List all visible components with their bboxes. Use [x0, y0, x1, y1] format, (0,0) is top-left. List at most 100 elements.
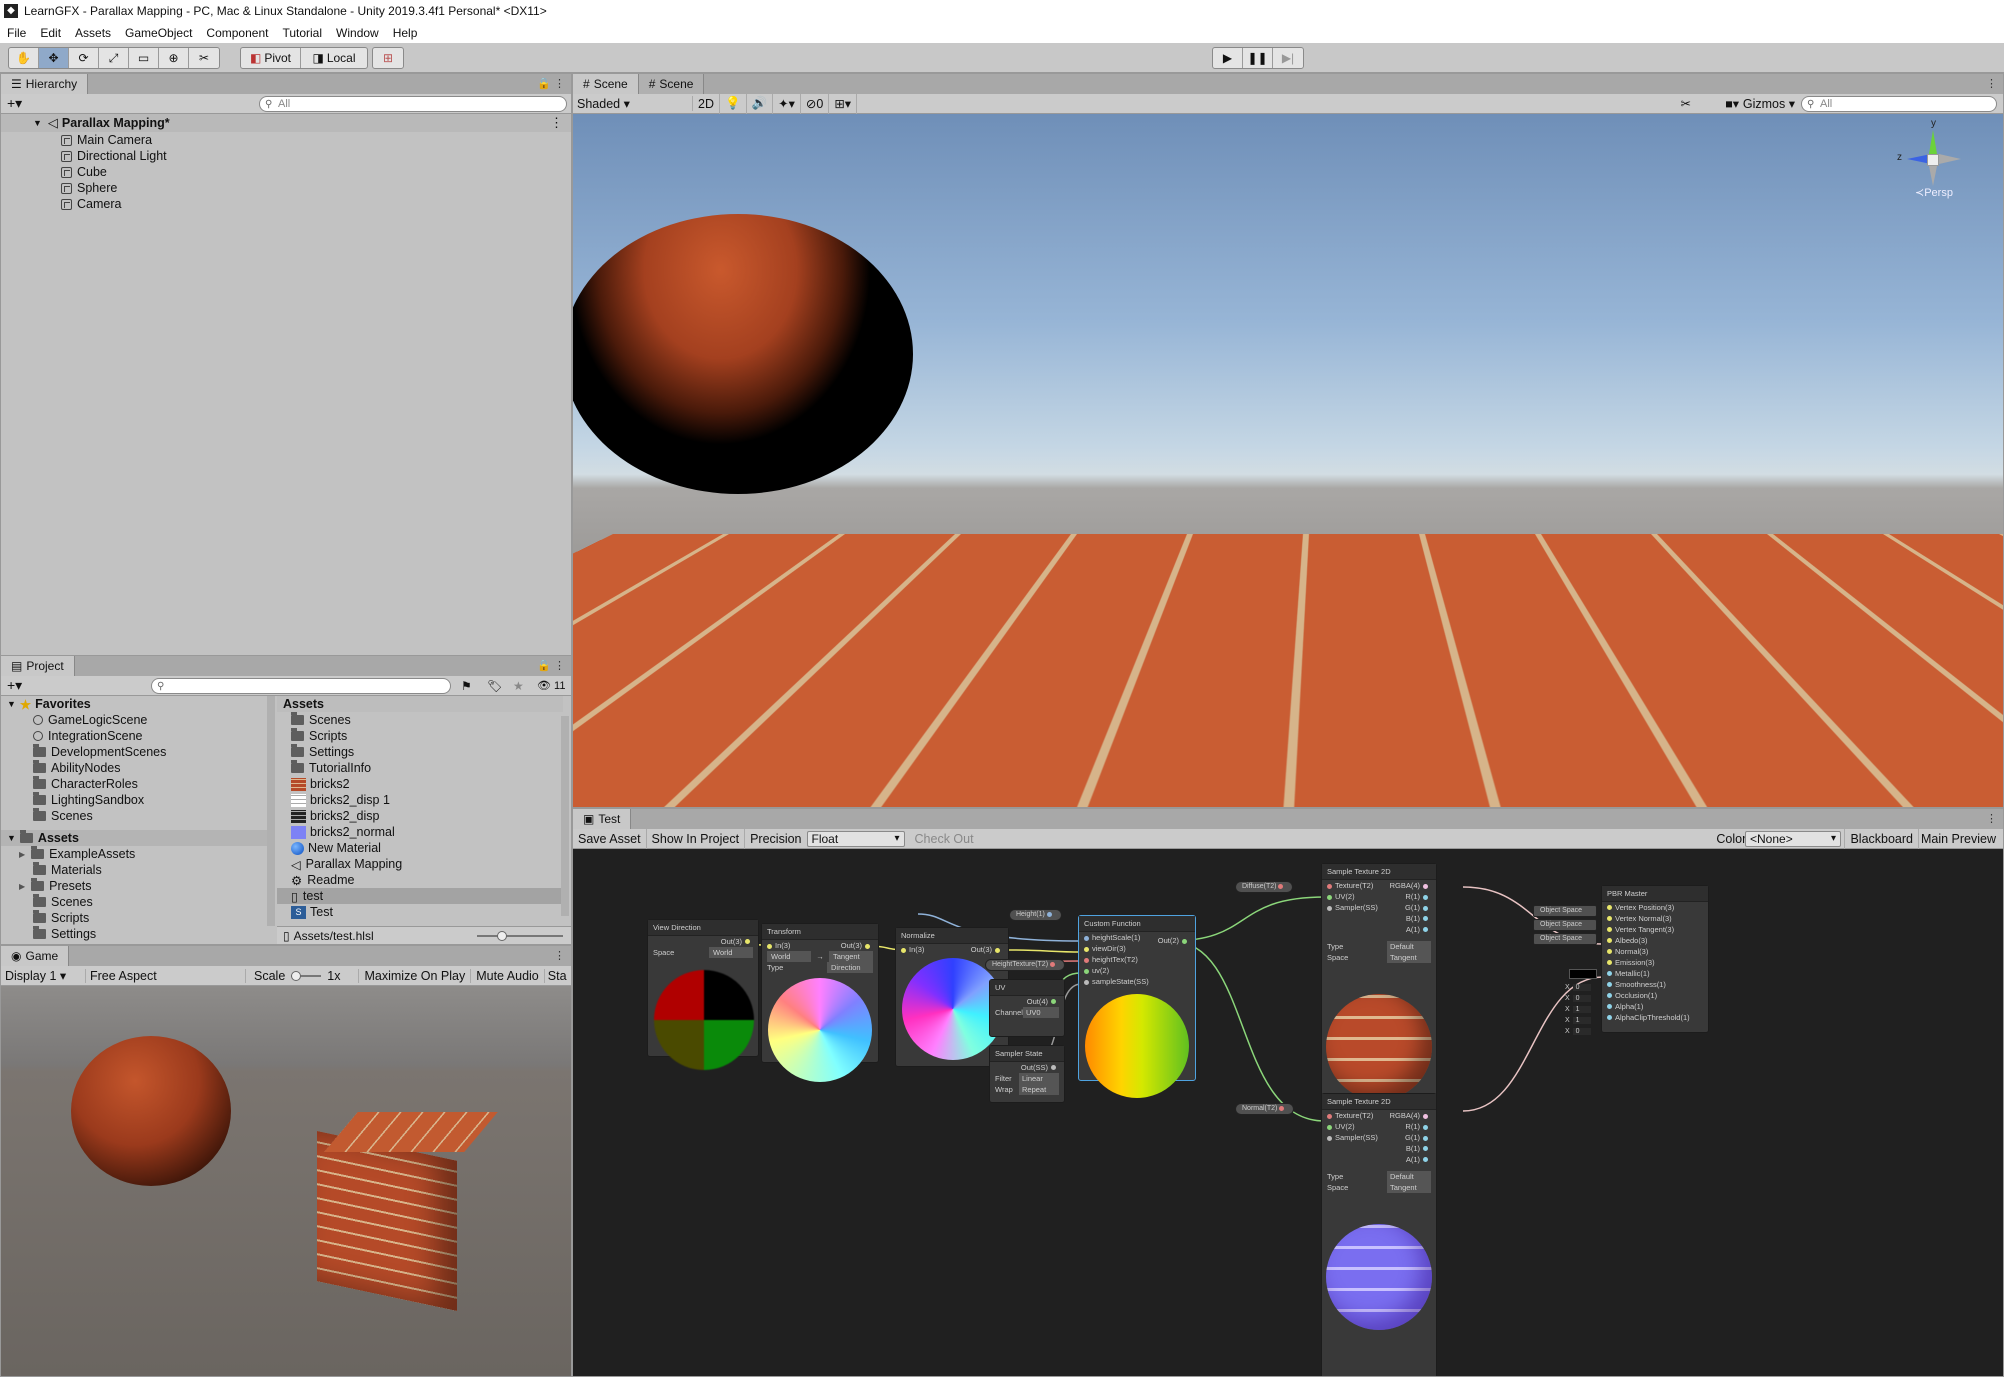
save-asset-button[interactable]: Save Asset: [573, 828, 647, 849]
input-port[interactable]: [1327, 1124, 1332, 1130]
output-port[interactable]: [1423, 1113, 1428, 1119]
grid-snap-icon[interactable]: ⊞: [373, 48, 403, 68]
favorite-item[interactable]: CharacterRoles: [1, 776, 269, 792]
node-pbr-master[interactable]: PBR Master Vertex Position(3) Vertex Norm…: [1601, 885, 1709, 1033]
wrap-dropdown[interactable]: Repeat: [1019, 1084, 1059, 1095]
space-dropdown[interactable]: Tangent: [1387, 952, 1431, 963]
vertex-position-default[interactable]: Object Space: [1533, 905, 1597, 917]
space-dropdown[interactable]: World: [709, 947, 753, 958]
panel-menu-icon[interactable]: ⋮: [554, 949, 565, 962]
pbr-input-row[interactable]: Vertex Position(3): [1602, 902, 1708, 913]
scene-search-input[interactable]: ⚲ All: [1801, 95, 1997, 112]
favorite-item[interactable]: IntegrationScene: [1, 728, 269, 744]
output-port[interactable]: [1423, 1157, 1428, 1162]
graph-canvas[interactable]: View Direction Out(3) Space World Transfo…: [573, 849, 2003, 1376]
asset-item[interactable]: Settings: [277, 744, 563, 760]
scene-viewport[interactable]: y z ≺Persp: [573, 114, 2003, 807]
input-port[interactable]: [1084, 968, 1089, 974]
output-port[interactable]: [745, 939, 750, 944]
output-port[interactable]: [1423, 916, 1428, 921]
tools-icon[interactable]: ✂: [1681, 96, 1691, 111]
input-port[interactable]: [1607, 927, 1612, 932]
input-port[interactable]: [1607, 905, 1612, 910]
node-uv[interactable]: UV Out(4) Channel UV0: [989, 979, 1065, 1037]
input-port[interactable]: [1607, 938, 1612, 943]
asset-item[interactable]: bricks2_normal: [277, 824, 563, 840]
assets-root[interactable]: ▼ Assets: [1, 830, 269, 846]
pbr-value-field[interactable]: X0: [1565, 1026, 1597, 1037]
gizmo-neg-y-axis[interactable]: [1929, 166, 1937, 186]
panel-menu-icon[interactable]: ⋮: [1986, 77, 1997, 90]
mute-audio-toggle[interactable]: Mute Audio: [470, 968, 544, 983]
value-input[interactable]: 0: [1572, 995, 1591, 1002]
value-input[interactable]: 1: [1572, 1017, 1591, 1024]
output-port[interactable]: [1051, 1065, 1056, 1070]
scale-slider[interactable]: [291, 970, 322, 981]
value-input[interactable]: 0: [1572, 1028, 1591, 1035]
output-port[interactable]: [1423, 883, 1428, 889]
custom-tool-icon[interactable]: ✂: [189, 48, 219, 68]
icon-size-slider-knob[interactable]: [497, 931, 507, 941]
hierarchy-item-main-camera[interactable]: Main Camera: [61, 132, 167, 148]
channel-dropdown[interactable]: UV0: [1022, 1007, 1059, 1018]
step-icon[interactable]: ▶|: [1273, 48, 1303, 68]
pbr-input-row[interactable]: Albedo(3): [1602, 935, 1708, 946]
tab-project[interactable]: ▤ Project: [1, 656, 75, 676]
node-custom-function[interactable]: Custom Function Out(2) heightScale(1) vi…: [1078, 915, 1196, 1098]
pbr-input-row[interactable]: Vertex Normal(3): [1602, 913, 1708, 924]
gizmo-x-axis[interactable]: [1939, 154, 1961, 164]
project-search-input[interactable]: ⚲: [151, 677, 451, 694]
input-port[interactable]: [1327, 883, 1332, 889]
input-port[interactable]: [901, 947, 906, 953]
asset-item[interactable]: ▯ test: [277, 888, 563, 904]
menu-assets[interactable]: Assets: [68, 26, 118, 40]
input-port[interactable]: [767, 943, 772, 949]
favorite-item[interactable]: Scenes: [1, 808, 269, 824]
node-view-direction[interactable]: View Direction Out(3) Space World: [647, 919, 759, 1070]
gizmo-center-cube[interactable]: [1927, 154, 1939, 166]
pause-icon[interactable]: ❚❚: [1243, 48, 1273, 68]
pbr-value-field[interactable]: X0: [1565, 982, 1597, 993]
asset-folder[interactable]: ▶ ExampleAssets: [1, 846, 269, 862]
gizmos-dropdown[interactable]: Gizmos ▾: [1743, 96, 1795, 111]
node-transform[interactable]: Transform In(3) Out(3) World → Tangent Type…: [761, 923, 879, 1082]
pbr-input-row[interactable]: Vertex Tangent(3): [1602, 924, 1708, 935]
output-port[interactable]: [1423, 905, 1428, 911]
input-port[interactable]: [1607, 971, 1612, 976]
grid-toggle-icon[interactable]: ⊞▾: [829, 93, 858, 114]
expand-arrow-icon[interactable]: ▼: [33, 118, 42, 128]
asset-item[interactable]: bricks2_disp: [277, 808, 563, 824]
aspect-dropdown[interactable]: Free Aspect: [85, 968, 245, 983]
vertex-normal-default[interactable]: Object Space: [1533, 919, 1597, 931]
scene-root-row[interactable]: ▼ ◁ Parallax Mapping* ⋮: [1, 114, 571, 132]
favorite-item[interactable]: AbilityNodes: [1, 760, 269, 776]
vertex-tangent-default[interactable]: Object Space: [1533, 933, 1597, 945]
pbr-input-row[interactable]: Smoothness(1): [1602, 979, 1708, 990]
hierarchy-search-input[interactable]: ⚲ All: [259, 95, 567, 112]
local-button[interactable]: ◨ Local: [301, 48, 367, 68]
from-space-dropdown[interactable]: World: [767, 951, 811, 962]
pbr-input-row[interactable]: AlphaClipThreshold(1): [1602, 1012, 1708, 1023]
property-height[interactable]: Height(1): [1009, 909, 1062, 921]
input-port[interactable]: [1607, 949, 1612, 954]
projection-label[interactable]: ≺Persp: [1915, 186, 1953, 199]
audio-toggle-icon[interactable]: 🔊: [747, 93, 774, 114]
asset-folder[interactable]: ▶ Presets: [1, 878, 269, 894]
icon-size-slider[interactable]: [477, 935, 563, 937]
output-port[interactable]: [1423, 927, 1428, 932]
output-port[interactable]: [865, 943, 870, 949]
hierarchy-item-directional-light[interactable]: Directional Light: [61, 148, 167, 164]
output-port[interactable]: [1279, 1105, 1285, 1111]
asset-item[interactable]: bricks2: [277, 776, 563, 792]
asset-item[interactable]: S Test: [277, 904, 563, 920]
asset-item[interactable]: TutorialInfo: [277, 760, 563, 776]
input-port[interactable]: [1084, 935, 1089, 941]
to-space-dropdown[interactable]: Tangent: [829, 951, 873, 962]
type-dropdown[interactable]: Default: [1387, 1171, 1431, 1182]
input-port[interactable]: [1084, 957, 1089, 963]
input-port[interactable]: [1327, 894, 1332, 900]
check-out-button[interactable]: Check Out: [905, 832, 984, 846]
output-port[interactable]: [1423, 1146, 1428, 1151]
panel-menu-icon[interactable]: 🔒 ⋮: [537, 659, 565, 672]
tab-hierarchy[interactable]: ☰ Hierarchy: [1, 74, 89, 94]
